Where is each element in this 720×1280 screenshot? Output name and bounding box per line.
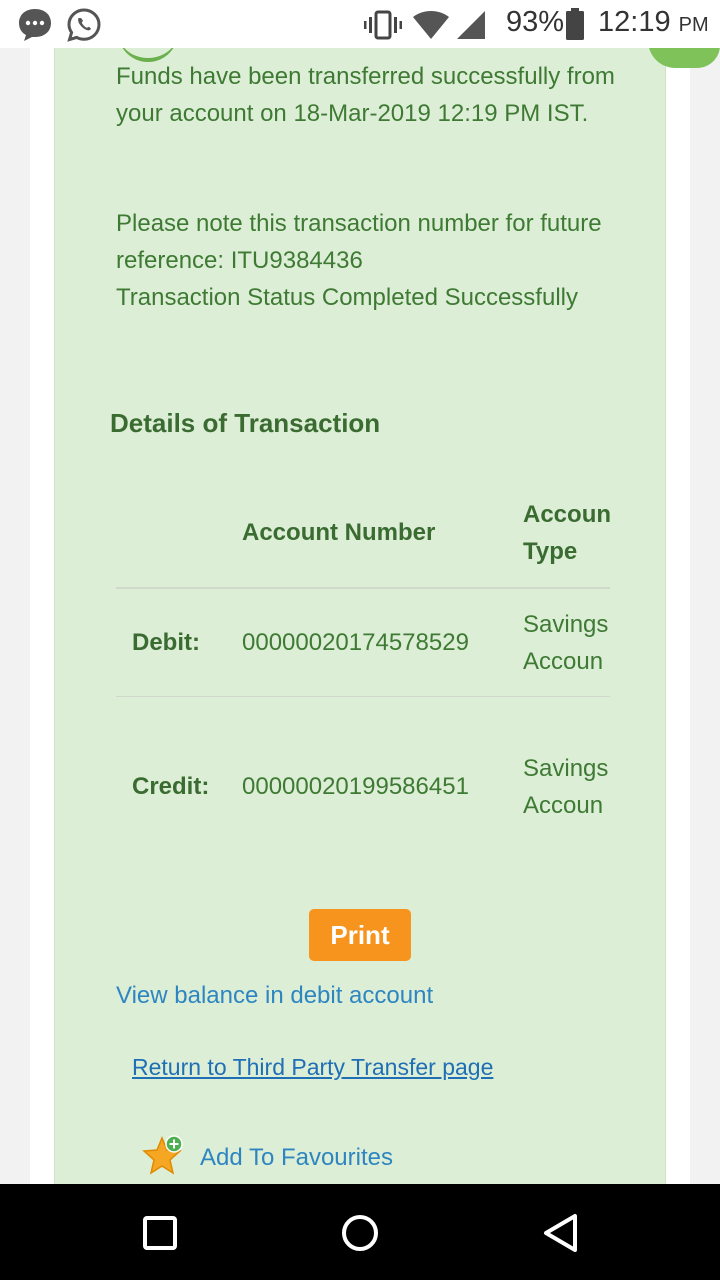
transaction-number-note: Please note this transaction number for …	[116, 210, 602, 274]
clock-ampm: PM	[678, 14, 709, 36]
credit-account-type: Savings Accoun	[523, 750, 608, 824]
header-account-type: Accoun Type	[523, 496, 610, 570]
add-favourites-label: Add To Favourites	[200, 1144, 393, 1171]
header-account-type-line1: Accoun	[523, 501, 610, 528]
debit-type-line1: Savings	[523, 611, 609, 638]
debit-type-line2: Accoun	[523, 648, 604, 675]
transaction-table: Account Number Accoun Type Debit: 000000…	[116, 492, 610, 852]
battery-percentage: 93%	[506, 6, 565, 38]
recent-apps-button[interactable]	[135, 1208, 185, 1258]
wifi-icon	[412, 10, 450, 45]
debit-label: Debit:	[132, 629, 200, 656]
table-divider	[116, 696, 610, 697]
details-title: Details of Transaction	[110, 408, 381, 438]
return-transfer-link[interactable]: Return to Third Party Transfer page	[132, 1054, 493, 1081]
credit-label: Credit:	[132, 773, 210, 800]
reference-message: Please note this transaction number for …	[116, 205, 636, 316]
transaction-status: Transaction Status Completed Successfull…	[116, 284, 578, 311]
success-message: Funds have been transferred successfully…	[116, 63, 615, 127]
header-account-number: Account Number	[242, 519, 436, 546]
whatsapp-icon	[66, 7, 102, 48]
table-divider	[116, 587, 610, 589]
view-balance-link[interactable]: View balance in debit account	[116, 982, 433, 1010]
messages-icon	[16, 7, 54, 48]
home-button[interactable]	[335, 1208, 385, 1258]
credit-account-number: 00000020199586451	[242, 773, 469, 800]
vibrate-icon	[364, 9, 402, 46]
credit-type-line1: Savings	[523, 755, 609, 782]
debit-account-number: 00000020174578529	[242, 629, 469, 656]
debit-account-type: Savings Accoun	[523, 606, 608, 680]
clock-time: 12:19	[598, 6, 671, 38]
navigation-bar	[0, 1184, 720, 1280]
signal-icon	[456, 10, 486, 45]
add-to-favourites[interactable]: Add To Favourites	[142, 1134, 393, 1182]
battery-icon	[566, 8, 584, 45]
credit-type-line2: Accoun	[523, 792, 604, 819]
back-button[interactable]	[535, 1208, 585, 1258]
print-button[interactable]: Print	[309, 909, 411, 961]
status-bar: 93% 12:19 PM	[0, 0, 720, 48]
header-account-type-line2: Type	[523, 538, 578, 565]
star-plus-icon	[142, 1134, 186, 1183]
clock: 12:19 PM	[598, 6, 709, 39]
